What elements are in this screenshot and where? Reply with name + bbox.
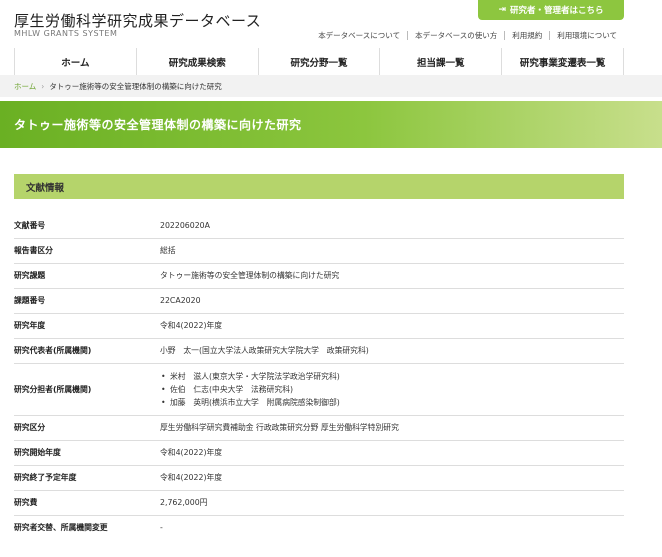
table-row: 研究区分 厚生労働科学研究費補助金 行政政策研究分野 厚生労働科学特別研究 <box>14 415 624 441</box>
row-label: 研究費 <box>14 490 160 516</box>
row-value: 米村 滋人(東京大学・大学院法学政治学研究科) 佐伯 仁志(中央大学 法務研究科… <box>160 363 624 416</box>
table-row: 研究開始年度 令和4(2022)年度 <box>14 440 624 466</box>
table-row: 報告書区分 総括 <box>14 238 624 264</box>
table-row: 研究代表者(所属機関) 小野 太一(国立大学法人政策研究大学院大学 政策研究科) <box>14 338 624 364</box>
table-row: 文献番号 202206020A <box>14 213 624 239</box>
util-link-environment[interactable]: 利用環境について <box>549 31 624 40</box>
table-row: 研究者交替、所属機関変更 - <box>14 515 624 540</box>
site-title[interactable]: 厚生労働科学研究成果データベース <box>14 10 261 31</box>
row-label: 研究年度 <box>14 313 160 339</box>
row-value: - <box>160 523 163 533</box>
row-label: 研究終了予定年度 <box>14 465 160 491</box>
breadcrumb-current: タトゥー施術等の安全管理体制の構築に向けた研究 <box>49 81 222 91</box>
util-link-howto[interactable]: 本データベースの使い方 <box>407 31 504 40</box>
page-title-banner: タトゥー施術等の安全管理体制の構築に向けた研究 <box>0 101 662 148</box>
table-row: 研究分担者(所属機関) 米村 滋人(東京大学・大学院法学政治学研究科) 佐伯 仁… <box>14 363 624 416</box>
list-item: 加藤 英明(横浜市立大学 附属病院感染制御部) <box>160 396 624 409</box>
row-value: タトゥー施術等の安全管理体制の構築に向けた研究 <box>160 263 624 289</box>
row-label: 研究課題 <box>14 263 160 289</box>
row-label: 研究者交替、所属機関変更 <box>14 523 108 533</box>
row-value: 22CA2020 <box>160 288 624 314</box>
section-header: 文献情報 <box>14 174 624 199</box>
row-value: 202206020A <box>160 213 624 239</box>
nav-item-fields[interactable]: 研究分野一覧 <box>259 48 381 75</box>
breadcrumb: ホーム › タトゥー施術等の安全管理体制の構築に向けた研究 <box>0 75 662 97</box>
list-item: 米村 滋人(東京大学・大学院法学政治学研究科) <box>160 370 624 383</box>
login-icon: ⇥ <box>498 5 507 15</box>
list-item: 佐伯 仁志(中央大学 法務研究科) <box>160 383 624 396</box>
info-table: 文献番号 202206020A 報告書区分 総括 研究課題 タトゥー施術等の安全… <box>14 213 624 540</box>
row-value: 令和4(2022)年度 <box>160 465 624 491</box>
row-value: 2,762,000円 <box>160 490 624 516</box>
util-link-terms[interactable]: 利用規約 <box>504 31 549 40</box>
row-label: 研究分担者(所属機関) <box>14 363 160 416</box>
row-label: 研究代表者(所属機関) <box>14 338 160 364</box>
section-title: 文献情報 <box>26 182 65 194</box>
table-row: 研究課題 タトゥー施術等の安全管理体制の構築に向けた研究 <box>14 263 624 289</box>
global-nav: ホーム 研究成果検索 研究分野一覧 担当課一覧 研究事業変遷表一覧 <box>14 48 624 75</box>
row-value: 厚生労働科学研究費補助金 行政政策研究分野 厚生労働科学特別研究 <box>160 415 624 441</box>
row-value: 総括 <box>160 238 624 264</box>
nav-item-history[interactable]: 研究事業変遷表一覧 <box>502 48 624 75</box>
researcher-login-button[interactable]: ⇥ 研究者・管理者はこちら <box>478 0 624 20</box>
nav-item-departments[interactable]: 担当課一覧 <box>380 48 503 75</box>
table-row: 課題番号 22CA2020 <box>14 288 624 314</box>
row-label: 課題番号 <box>14 288 160 314</box>
row-label: 文献番号 <box>14 213 160 239</box>
utility-links: 本データベースについて 本データベースの使い方 利用規約 利用環境について <box>311 31 624 40</box>
breadcrumb-home[interactable]: ホーム <box>14 81 36 92</box>
row-value: 小野 太一(国立大学法人政策研究大学院大学 政策研究科) <box>160 338 624 364</box>
site-subtitle: MHLW GRANTS SYSTEM <box>14 29 118 38</box>
row-value: 令和4(2022)年度 <box>160 440 624 466</box>
nav-item-home[interactable]: ホーム <box>15 48 137 75</box>
table-row: 研究終了予定年度 令和4(2022)年度 <box>14 465 624 491</box>
table-row: 研究年度 令和4(2022)年度 <box>14 313 624 339</box>
researcher-login-label: 研究者・管理者はこちら <box>510 6 604 16</box>
breadcrumb-separator: › <box>41 81 45 91</box>
row-label: 研究開始年度 <box>14 440 160 466</box>
page-title: タトゥー施術等の安全管理体制の構築に向けた研究 <box>14 118 302 132</box>
row-value: 令和4(2022)年度 <box>160 313 624 339</box>
nav-item-search[interactable]: 研究成果検索 <box>137 48 259 75</box>
row-label: 研究区分 <box>14 415 160 441</box>
co-researcher-list: 米村 滋人(東京大学・大学院法学政治学研究科) 佐伯 仁志(中央大学 法務研究科… <box>160 370 624 409</box>
util-link-about[interactable]: 本データベースについて <box>311 31 407 40</box>
row-label: 報告書区分 <box>14 238 160 264</box>
table-row: 研究費 2,762,000円 <box>14 490 624 516</box>
